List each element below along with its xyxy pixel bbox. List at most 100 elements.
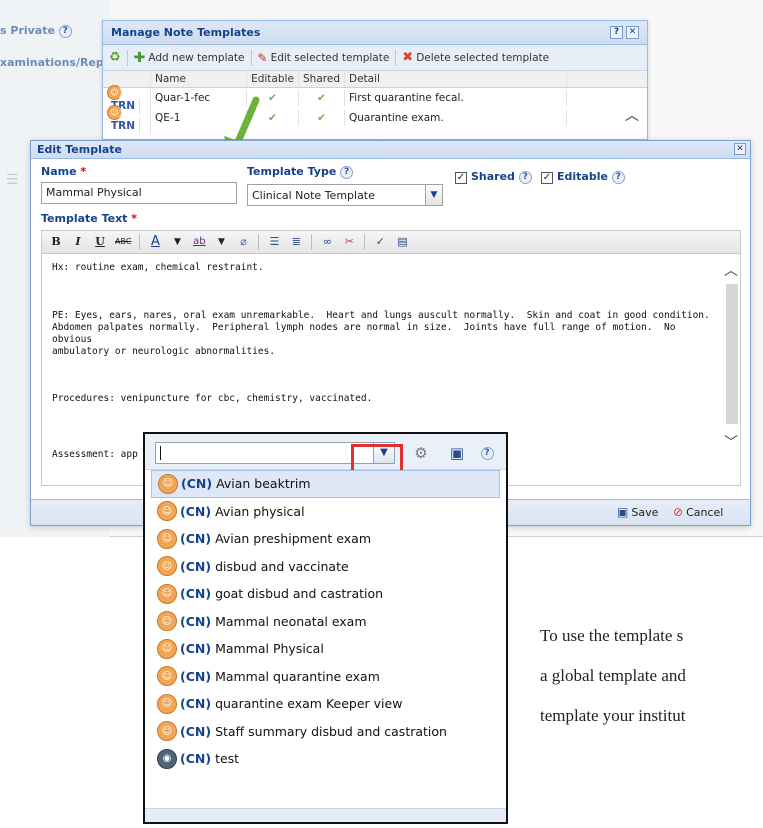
unlink-icon[interactable]: ✂ xyxy=(339,233,359,251)
template-type-select[interactable]: Clinical Note Template ▼ xyxy=(247,184,443,206)
edit-icon: ✎ xyxy=(257,50,268,65)
item-prefix: (CN) xyxy=(180,613,212,629)
eraser-icon[interactable]: ⌀ xyxy=(233,233,253,251)
text-paragraph: Procedures: venipuncture for cbc, chemis… xyxy=(52,393,373,404)
item-prefix: (CN) xyxy=(180,558,212,574)
examinations-tab[interactable]: xaminations/Rep xyxy=(0,56,104,69)
template-text-label: Template Text * xyxy=(41,212,138,225)
template-type-icon: ☺ xyxy=(158,473,178,494)
source-icon[interactable]: ▤ xyxy=(392,233,412,251)
chevron-down-icon[interactable]: ▼ xyxy=(167,233,187,251)
refresh-icon[interactable]: ♻ xyxy=(109,50,121,65)
bold-button[interactable]: B xyxy=(46,233,66,251)
add-template-button[interactable]: ✚ Add new template xyxy=(134,50,245,66)
scrollbar-thumb[interactable] xyxy=(726,284,738,424)
chevron-down-icon[interactable]: ▼ xyxy=(425,184,443,206)
help-icon[interactable]: ? xyxy=(340,165,354,179)
italic-button[interactable]: I xyxy=(68,233,88,251)
column-header-name[interactable]: Name xyxy=(151,71,247,87)
item-label: Avian physical xyxy=(215,503,305,519)
editable-checkbox[interactable]: ✓ xyxy=(541,172,553,184)
link-icon[interactable]: ∞ xyxy=(317,233,337,251)
text-paragraph: Hx: routine exam, chemical restraint. xyxy=(52,262,264,273)
help-icon[interactable]: ? xyxy=(518,170,532,184)
name-input[interactable]: Mammal Physical xyxy=(41,182,237,204)
item-label: test xyxy=(215,751,240,767)
scroll-up-icon[interactable]: ︿ xyxy=(625,105,639,125)
table-row[interactable]: ☺ TRN QE-1 ✔ ✔ Quarantine exam. xyxy=(103,102,647,134)
list-item[interactable]: ☺ (CN) Mammal Physical xyxy=(151,635,500,663)
item-label: Avian preshipment exam xyxy=(215,531,372,547)
doc-text-line: To use the template s xyxy=(540,626,684,645)
shared-checkbox[interactable]: ✓ xyxy=(455,172,467,184)
close-icon[interactable]: ✕ xyxy=(734,143,746,155)
scroll-down-icon[interactable]: ﹀ xyxy=(724,432,738,452)
gear-icon[interactable]: ⚙ xyxy=(411,443,431,463)
template-type-label: Template Type ? xyxy=(247,165,354,179)
font-color-button[interactable]: A xyxy=(145,233,165,251)
toolbar-separator xyxy=(250,49,252,66)
list-item[interactable]: ☺ (CN) quarantine exam Keeper view xyxy=(151,690,500,718)
item-prefix: (CN) xyxy=(180,531,212,547)
row-cell-icon: ☺ TRN xyxy=(103,102,151,134)
spellcheck-icon[interactable]: ✓ xyxy=(370,233,390,251)
item-label: Mammal Physical xyxy=(215,641,324,657)
chevron-down-icon[interactable]: ▼ xyxy=(211,233,231,251)
delete-template-button[interactable]: ✖ Delete selected template xyxy=(402,50,549,65)
template-picker-popup: ▼ ⚙ ▣ ? ☺ (CN) Avian beaktrim ☺ (CN) Avi… xyxy=(143,432,508,824)
template-dropdown-list: ☺ (CN) Avian beaktrim ☺ (CN) Avian physi… xyxy=(151,470,500,773)
column-header-detail[interactable]: Detail xyxy=(345,71,567,87)
bullet-list-icon[interactable]: ☰ xyxy=(264,233,284,251)
highlight-button[interactable]: ab xyxy=(189,233,209,251)
cancel-icon: ⊘ xyxy=(673,505,684,519)
numbered-list-icon[interactable]: ≣ xyxy=(286,233,306,251)
manage-toolbar: ♻ ✚ Add new template ✎ Edit selected tem… xyxy=(103,45,647,71)
strikethrough-button[interactable]: ABC xyxy=(112,233,134,251)
name-field-label: Name * xyxy=(41,165,87,178)
column-header-shared[interactable]: Shared xyxy=(299,71,345,87)
list-item[interactable]: ☺ (CN) goat disbud and castration xyxy=(151,580,500,608)
manage-note-templates-window: Manage Note Templates ? ✕ ♻ ✚ Add new te… xyxy=(102,20,648,140)
template-type-icon: ☺ xyxy=(157,638,177,659)
item-prefix: (CN) xyxy=(180,503,212,519)
item-label: Staff summary disbud and castration xyxy=(215,723,447,739)
underline-button[interactable]: U xyxy=(90,233,110,251)
help-icon[interactable]: ? xyxy=(611,170,625,184)
save-label: Save xyxy=(631,505,659,519)
list-icon: ☰ xyxy=(6,172,19,188)
text-paragraph: PE: Eyes, ears, nares, oral exam unremar… xyxy=(52,310,710,357)
list-item[interactable]: ☺ (CN) disbud and vaccinate xyxy=(151,553,500,581)
template-type-icon: ☺ xyxy=(157,721,177,742)
save-button[interactable]: ▣ Save xyxy=(617,505,658,519)
toolbar-separator xyxy=(395,49,397,66)
row-detail: Quarantine exam. xyxy=(345,110,567,126)
doc-text-line: template your institut xyxy=(540,706,686,725)
help-icon[interactable]: ? xyxy=(477,443,497,463)
cancel-button[interactable]: ⊘ Cancel xyxy=(673,505,723,519)
templates-grid-header: Name Editable Shared Detail xyxy=(103,71,647,88)
column-header-editable[interactable]: Editable xyxy=(247,71,299,87)
list-item[interactable]: ☺ (CN) Mammal neonatal exam xyxy=(151,608,500,636)
list-item[interactable]: ◉ (CN) test xyxy=(151,745,500,773)
list-item[interactable]: ☺ (CN) Avian preshipment exam xyxy=(151,525,500,553)
item-prefix: (CN) xyxy=(181,476,213,492)
editor-scrollbar[interactable]: ︿ ﹀ xyxy=(724,254,740,485)
list-item[interactable]: ☺ (CN) Staff summary disbud and castrati… xyxy=(151,718,500,746)
floppy-disk-icon[interactable]: ▣ xyxy=(447,443,467,463)
cancel-label: Cancel xyxy=(686,505,724,519)
picker-resize-footer[interactable] xyxy=(145,808,506,822)
toolbar-separator xyxy=(364,234,366,250)
item-prefix: (CN) xyxy=(180,696,212,712)
help-icon[interactable]: ? xyxy=(58,24,72,38)
table-row[interactable]: ☺ TRN Quar-1-fec ✔ ✔ First quarantine fe… xyxy=(103,82,647,114)
template-type-icon: ☺ xyxy=(157,611,177,632)
edit-dialog-titlebar: Edit Template ✕ xyxy=(31,141,750,159)
list-item[interactable]: ☺ (CN) Mammal quarantine exam xyxy=(151,663,500,691)
list-item[interactable]: ☺ (CN) Avian beaktrim xyxy=(151,470,500,498)
close-icon[interactable]: ✕ xyxy=(626,26,639,39)
item-label: goat disbud and castration xyxy=(215,586,384,602)
edit-template-button[interactable]: ✎ Edit selected template xyxy=(258,51,390,65)
list-item[interactable]: ☺ (CN) Avian physical xyxy=(151,498,500,526)
scroll-up-icon[interactable]: ︿ xyxy=(724,260,738,280)
help-icon[interactable]: ? xyxy=(610,26,623,39)
